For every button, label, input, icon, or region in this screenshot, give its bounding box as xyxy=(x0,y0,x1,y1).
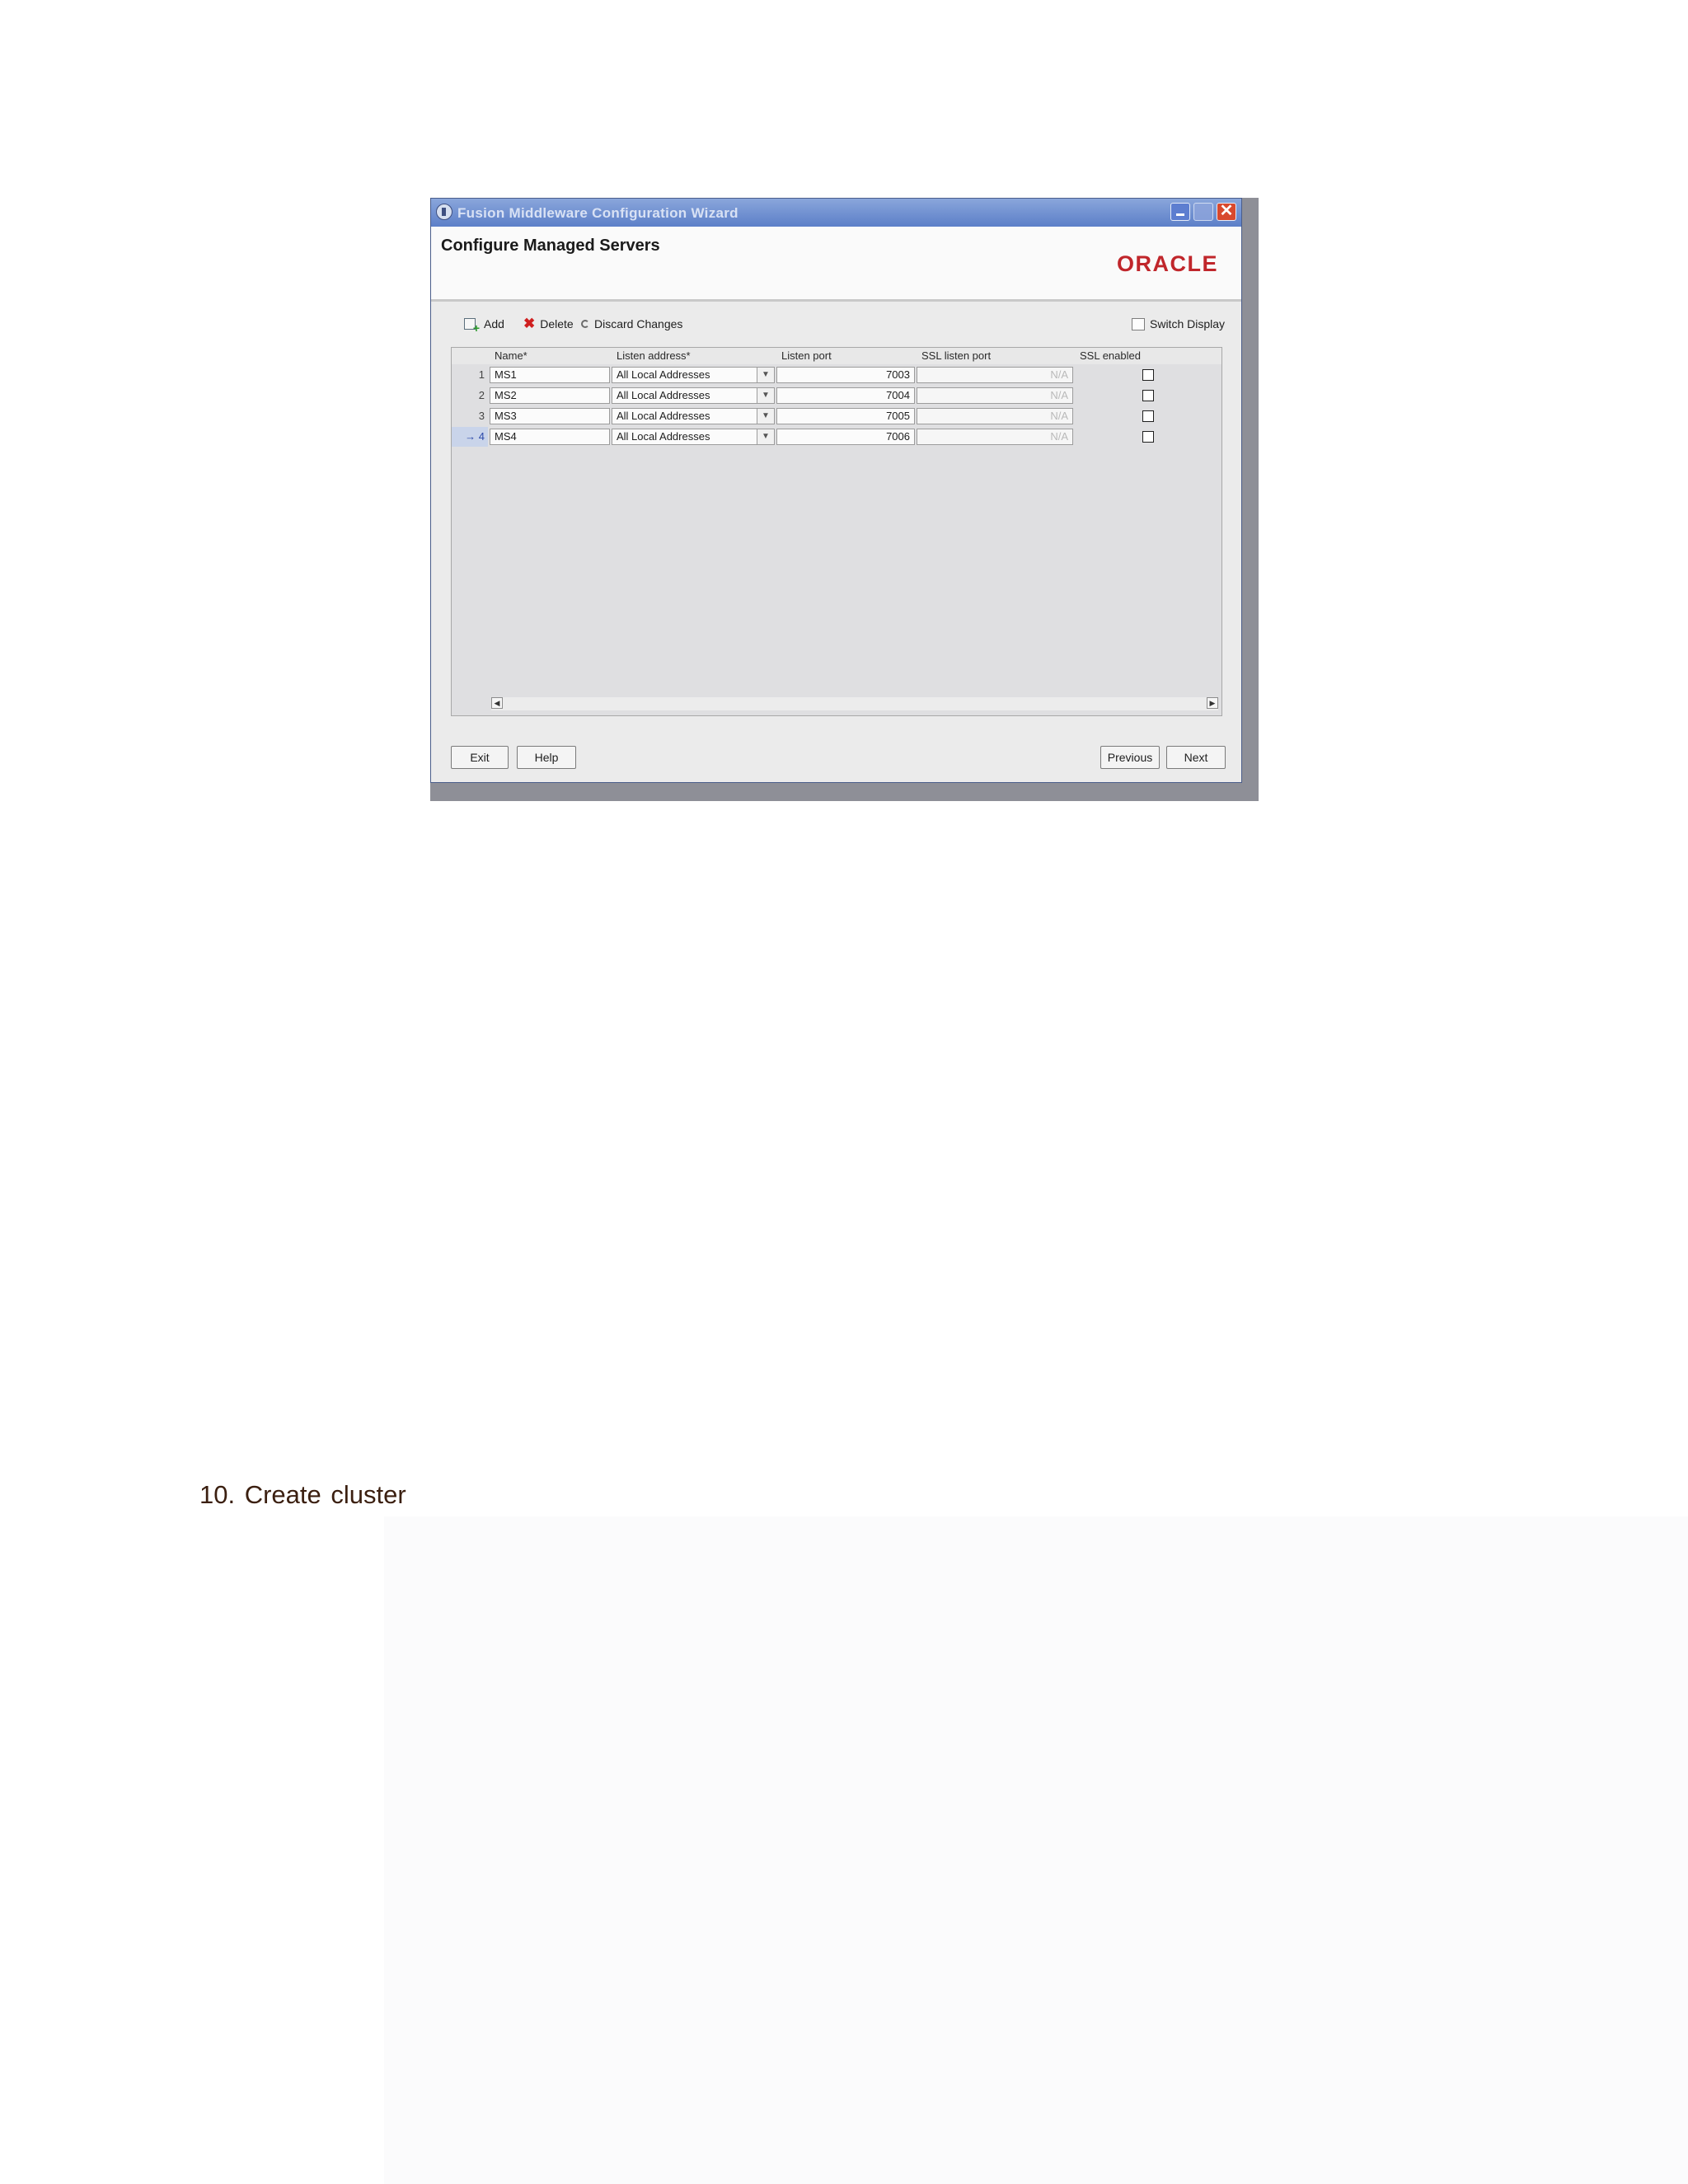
discard-changes-button[interactable]: Discard Changes xyxy=(581,317,682,330)
column-header-listen-address[interactable]: Listen address* xyxy=(617,349,691,362)
app-icon xyxy=(436,204,452,220)
ssl-enabled-checkbox[interactable] xyxy=(1142,390,1154,401)
previous-button[interactable]: Previous xyxy=(1100,746,1160,769)
listen-address-select[interactable]: All Local Addresses ▼ xyxy=(612,429,775,445)
page-background-tint xyxy=(384,1516,1688,2184)
listen-address-select[interactable]: All Local Addresses ▼ xyxy=(612,408,775,424)
title-bar[interactable]: Fusion Middleware Configuration Wizard ✕ xyxy=(431,199,1241,227)
chevron-down-icon[interactable]: ▼ xyxy=(757,429,774,444)
name-field[interactable]: MS1 xyxy=(490,367,610,383)
name-field[interactable]: MS3 xyxy=(490,408,610,424)
ssl-enabled-checkbox[interactable] xyxy=(1142,431,1154,443)
close-button[interactable]: ✕ xyxy=(1217,203,1236,221)
add-button[interactable]: Add xyxy=(464,317,504,335)
window-title: Fusion Middleware Configuration Wizard xyxy=(457,205,738,221)
column-header-listen-port[interactable]: Listen port xyxy=(781,349,832,362)
name-field[interactable]: MS4 xyxy=(490,429,610,445)
managed-servers-table: Name* Listen address* Listen port SSL li… xyxy=(451,347,1222,716)
wizard-header: Configure Managed Servers ORACLE xyxy=(431,227,1241,302)
delete-label: Delete xyxy=(540,317,574,330)
switch-display-icon xyxy=(1132,317,1145,330)
exit-button[interactable]: Exit xyxy=(451,746,509,769)
undo-icon xyxy=(581,320,589,328)
name-field[interactable]: MS2 xyxy=(490,387,610,404)
listen-address-value: All Local Addresses xyxy=(617,389,710,401)
oracle-logo: ORACLE xyxy=(1117,251,1218,276)
column-header-name[interactable]: Name* xyxy=(495,349,528,362)
table-row-current[interactable]: → 4 MS4 All Local Addresses ▼ 7006 N/A xyxy=(452,427,1221,448)
listen-port-field[interactable]: 7003 xyxy=(776,367,915,383)
ssl-listen-port-field: N/A xyxy=(917,408,1073,424)
listen-port-field[interactable]: 7006 xyxy=(776,429,915,445)
listen-address-select[interactable]: All Local Addresses ▼ xyxy=(612,367,775,383)
ssl-listen-port-field: N/A xyxy=(917,429,1073,445)
table-header: Name* Listen address* Listen port SSL li… xyxy=(452,348,1221,364)
add-icon xyxy=(464,318,480,335)
chevron-down-icon[interactable]: ▼ xyxy=(757,368,774,382)
scroll-left-icon[interactable]: ◀ xyxy=(491,697,503,709)
step-caption: 10. Create cluster xyxy=(199,1480,406,1509)
column-header-ssl-listen-port[interactable]: SSL listen port xyxy=(921,349,991,362)
switch-display-label: Switch Display xyxy=(1150,317,1226,330)
ssl-enabled-checkbox[interactable] xyxy=(1142,369,1154,381)
current-row-indicator: → 4 xyxy=(452,427,488,447)
next-button[interactable]: Next xyxy=(1166,746,1226,769)
table-row[interactable]: 1 MS1 All Local Addresses ▼ 7003 N/A xyxy=(452,365,1221,386)
listen-port-field[interactable]: 7004 xyxy=(776,387,915,404)
ssl-listen-port-field: N/A xyxy=(917,387,1073,404)
screenshot-frame: Fusion Middleware Configuration Wizard ✕… xyxy=(430,198,1259,801)
maximize-button[interactable] xyxy=(1193,203,1213,221)
row-number: 2 xyxy=(478,389,485,401)
row-number: 3 xyxy=(478,410,485,422)
delete-icon: ✖ xyxy=(523,316,536,331)
switch-display-button[interactable]: Switch Display xyxy=(1132,317,1225,330)
toolbar: Add ✖ Delete Discard Changes Switch Disp… xyxy=(431,311,1241,340)
chevron-down-icon[interactable]: ▼ xyxy=(757,409,774,424)
chevron-down-icon[interactable]: ▼ xyxy=(757,388,774,403)
ssl-listen-port-field: N/A xyxy=(917,367,1073,383)
listen-address-value: All Local Addresses xyxy=(617,410,710,422)
table-row[interactable]: 2 MS2 All Local Addresses ▼ 7004 N/A xyxy=(452,386,1221,406)
discard-changes-label: Discard Changes xyxy=(594,317,683,330)
table-row[interactable]: 3 MS3 All Local Addresses ▼ 7005 N/A xyxy=(452,406,1221,427)
ssl-enabled-checkbox[interactable] xyxy=(1142,410,1154,422)
row-number: 1 xyxy=(478,368,485,381)
scroll-right-icon[interactable]: ▶ xyxy=(1207,697,1218,709)
listen-port-field[interactable]: 7005 xyxy=(776,408,915,424)
column-header-ssl-enabled[interactable]: SSL enabled xyxy=(1080,349,1141,362)
help-button[interactable]: Help xyxy=(517,746,576,769)
minimize-button[interactable] xyxy=(1170,203,1190,221)
add-label: Add xyxy=(484,317,504,330)
delete-button[interactable]: ✖ Delete xyxy=(523,316,574,331)
listen-address-value: All Local Addresses xyxy=(617,368,710,381)
horizontal-scrollbar[interactable]: ◀ ▶ xyxy=(491,697,1218,710)
listen-address-select[interactable]: All Local Addresses ▼ xyxy=(612,387,775,404)
page-title: Configure Managed Servers xyxy=(441,237,660,255)
wizard-window: Fusion Middleware Configuration Wizard ✕… xyxy=(430,198,1242,783)
listen-address-value: All Local Addresses xyxy=(617,430,710,443)
